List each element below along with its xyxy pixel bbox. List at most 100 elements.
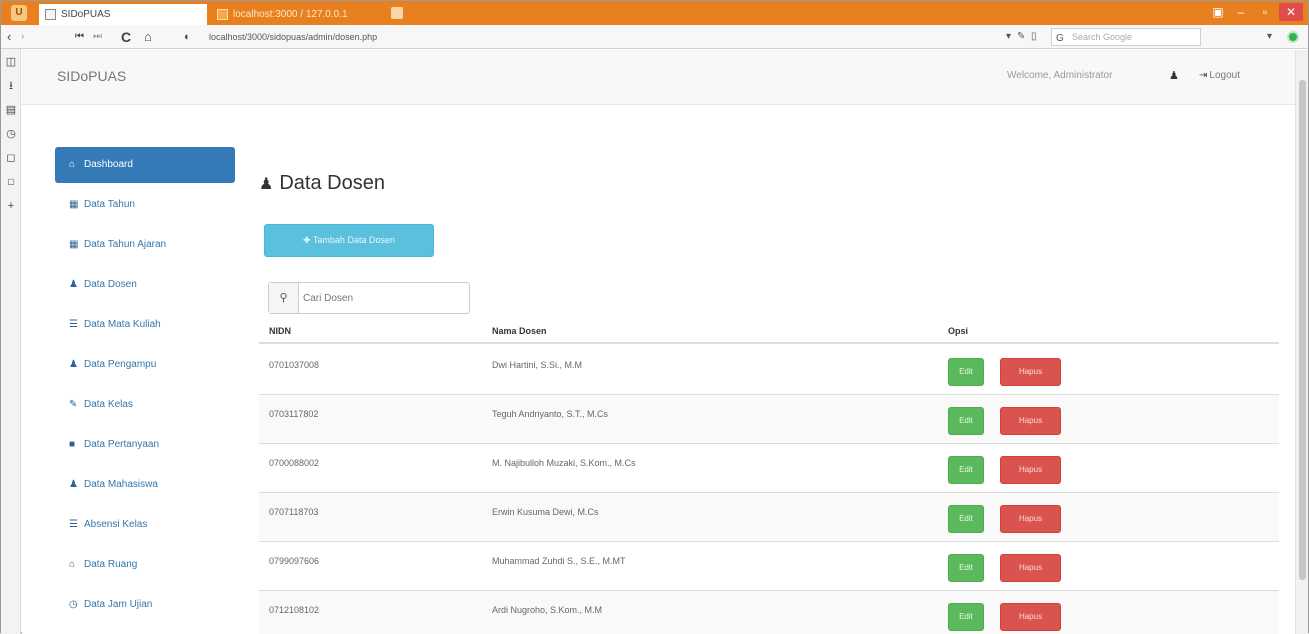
cell-nidn: 0707118703	[269, 507, 319, 517]
table-header: NIDN Nama Dosen Opsi	[259, 318, 1279, 344]
delete-button[interactable]: Hapus	[1000, 407, 1061, 435]
sidebar-item-label: Data Mata Kuliah	[84, 319, 161, 330]
cell-nidn: 0701037008	[269, 360, 320, 370]
home-icon: ⌂	[69, 159, 76, 170]
address-bar[interactable]: localhost/3000/sidopuas/admin/dosen.php	[209, 31, 989, 43]
delete-button[interactable]: Hapus	[1000, 554, 1061, 582]
reader-icon[interactable]: ▯	[1031, 30, 1037, 44]
brand-title[interactable]: SIDoPUAS	[57, 68, 126, 84]
first-icon[interactable]: ⏮	[75, 28, 84, 46]
sidebar-item-data-kelas[interactable]: ✎ Data Kelas	[55, 387, 235, 423]
bookmarks-icon[interactable]: ◫	[5, 55, 17, 69]
reload-icon[interactable]: C	[121, 28, 131, 46]
title-bar: U SIDoPUAS localhost:3000 / 127.0.0.1 ▣ …	[1, 1, 1308, 25]
edit-button[interactable]: Edit	[948, 554, 984, 582]
window-icon[interactable]: ◻	[5, 151, 17, 165]
sidebar-item-label: Absensi Kelas	[84, 519, 148, 530]
gift-icon[interactable]: ▣	[1206, 3, 1230, 21]
maximize-button[interactable]: ▫	[1253, 3, 1277, 21]
table-row: 0700088002 M. Najibulloh Muzaki, S.Kom.,…	[259, 444, 1279, 493]
welcome-text: Welcome, Administrator	[1007, 70, 1113, 81]
search-dosen-input[interactable]	[303, 287, 463, 309]
delete-button[interactable]: Hapus	[1000, 603, 1061, 631]
delete-button[interactable]: Hapus	[1000, 505, 1061, 533]
logout-icon: ⇥	[1199, 70, 1208, 81]
tab-sidopuas[interactable]: SIDoPUAS	[39, 4, 207, 25]
edit-button[interactable]: Edit	[948, 603, 984, 631]
sidebar-item-absensi-kelas[interactable]: ☰ Absensi Kelas	[55, 507, 235, 543]
navigation-bar: ‹ › ⏮ ⏭ C ⌂ ◐ localhost/3000/sidopuas/ad…	[1, 25, 1308, 49]
cell-nidn: 0799097606	[269, 556, 320, 566]
sidebar-item-data-mahasiswa[interactable]: ♟ Data Mahasiswa	[55, 467, 235, 503]
table-row: 0703117802 Teguh Andriyanto, S.T., M.Cs …	[259, 395, 1279, 444]
table-icon: ▦	[69, 239, 79, 250]
back-icon[interactable]: ‹	[7, 28, 11, 46]
sidebar-item-data-dosen[interactable]: ♟ Data Dosen	[55, 267, 235, 303]
list-icon: ☰	[69, 319, 78, 330]
forward-icon[interactable]: ›	[21, 28, 24, 46]
cell-nama: Teguh Andriyanto, S.T., M.Cs	[492, 409, 609, 419]
logout-link[interactable]: ⇥ Logout	[1199, 70, 1240, 81]
edit-button[interactable]: Edit	[948, 456, 984, 484]
sidebar-item-data-tahun-ajaran[interactable]: ▦ Data Tahun Ajaran	[55, 227, 235, 263]
bookmark-icon[interactable]: ✎	[1017, 30, 1025, 44]
page-title: ♟ Data Dosen	[259, 172, 385, 195]
table-row: 0712108102 Ardi Nugroho, S.Kom., M.M Edi…	[259, 591, 1279, 634]
tab-localhost[interactable]: localhost:3000 / 127.0.0.1	[211, 4, 381, 25]
sidebar-item-label: Data Ruang	[84, 559, 138, 570]
search-icon: ⚲	[269, 283, 299, 313]
sidebar-item-data-jam-ujian[interactable]: ◷ Data Jam Ujian	[55, 587, 235, 623]
panel-icon[interactable]: ▢	[5, 175, 17, 189]
sidebar-item-label: Data Mahasiswa	[84, 479, 158, 490]
new-tab-button[interactable]	[391, 7, 403, 19]
sidebar-item-data-ruang[interactable]: ⌂ Data Ruang	[55, 547, 235, 583]
cell-nidn: 0700088002	[269, 458, 320, 468]
app-navbar: SIDoPUAS Welcome, Administrator ♟ ⇥ Logou…	[22, 50, 1295, 105]
site-info-icon[interactable]: ◐	[184, 28, 191, 46]
delete-button[interactable]: Hapus	[1000, 358, 1061, 386]
table-row: 0799097606 Muhammad Zuhdi S., S.E., M.MT…	[259, 542, 1279, 591]
add-panel-icon[interactable]: +	[5, 199, 17, 213]
close-button[interactable]: ✕	[1279, 3, 1303, 21]
sidebar-item-data-pengampu[interactable]: ♟ Data Pengampu	[55, 347, 235, 383]
edit-button[interactable]: Edit	[948, 505, 984, 533]
search-engine-placeholder: Search Google	[1072, 32, 1133, 42]
home-icon: ⌂	[69, 559, 76, 570]
sidebar-item-data-pertanyaan[interactable]: ■ Data Pertanyaan	[55, 427, 235, 463]
table-icon: ▦	[69, 199, 79, 210]
sidebar-item-data-mata-kuliah[interactable]: ☰ Data Mata Kuliah	[55, 307, 235, 343]
notes-icon[interactable]: ▤	[5, 103, 17, 117]
header-opsi: Opsi	[948, 326, 969, 336]
page-icon	[45, 9, 56, 20]
header-nama-dosen: Nama Dosen	[492, 326, 547, 336]
pencil-icon: ✎	[69, 399, 78, 410]
edit-button[interactable]: Edit	[948, 358, 984, 386]
download-icon[interactable]: ⭳	[5, 79, 17, 93]
history-icon[interactable]: ◷	[5, 127, 17, 141]
sidebar-item-dashboard[interactable]: ⌂ Dashboard	[55, 147, 235, 183]
minimize-button[interactable]: –	[1229, 3, 1253, 21]
browser-menu-icon[interactable]: U	[11, 5, 27, 21]
cell-nama: Erwin Kusuma Dewi, M.Cs	[492, 507, 599, 517]
sidebar-item-label: Data Jam Ujian	[84, 599, 153, 610]
edit-button[interactable]: Edit	[948, 407, 984, 435]
search-engine-input[interactable]: G Search Google	[1051, 28, 1201, 46]
dropdown-icon[interactable]: ▾	[1006, 30, 1011, 44]
sidebar-item-data-tahun[interactable]: ▦ Data Tahun	[55, 187, 235, 223]
page-icon	[217, 9, 228, 20]
scrollbar-thumb[interactable]	[1299, 80, 1306, 580]
table-row: 0701037008 Dwi Hartini, S.Si., M.M Edit …	[259, 346, 1279, 395]
delete-button[interactable]: Hapus	[1000, 456, 1061, 484]
extension-icon[interactable]	[1287, 31, 1299, 43]
cell-nidn: 0712108102	[269, 605, 320, 615]
user-icon: ♟	[69, 479, 78, 490]
last-icon[interactable]: ⏭	[93, 28, 102, 46]
cell-nama: Dwi Hartini, S.Si., M.M	[492, 360, 583, 370]
sidebar-item-label: Data Tahun Ajaran	[84, 239, 167, 250]
page-scrollbar[interactable]	[1295, 50, 1308, 634]
add-dosen-button[interactable]: ✚ Tambah Data Dosen	[264, 224, 434, 257]
table-row: 0707118703 Erwin Kusuma Dewi, M.Cs Edit …	[259, 493, 1279, 542]
search-dropdown-icon[interactable]: ▾	[1267, 30, 1272, 44]
home-icon[interactable]: ⌂	[144, 28, 152, 46]
sidebar-item-label: Data Kelas	[84, 399, 133, 410]
